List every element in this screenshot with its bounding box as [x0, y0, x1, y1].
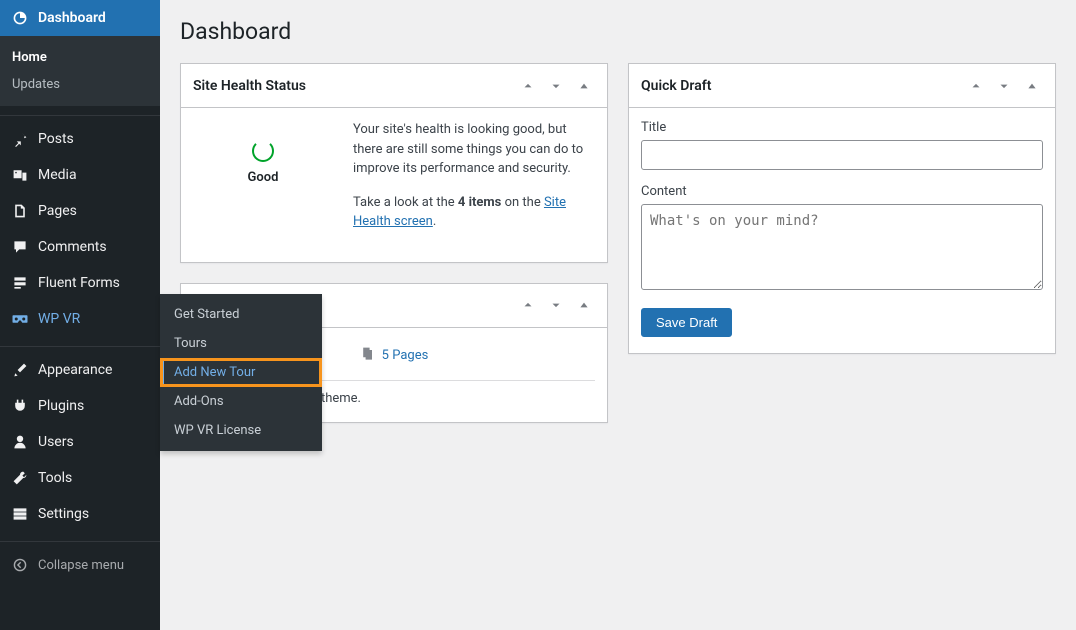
page-title: Dashboard [180, 18, 1056, 45]
sidebar-item-label: Settings [38, 506, 89, 522]
move-down-button[interactable] [993, 75, 1015, 97]
sidebar-item-label: Media [38, 167, 77, 183]
flyout-item-get-started[interactable]: Get Started [160, 300, 322, 329]
sidebar-item-users[interactable]: Users [0, 424, 160, 460]
wpvr-flyout-menu: Get Started Tours Add New Tour Add-Ons W… [160, 294, 322, 451]
sidebar-item-wpvr[interactable]: WP VR [0, 301, 160, 337]
brush-icon [10, 360, 30, 380]
sidebar-item-media[interactable]: Media [0, 157, 160, 193]
page-stack-icon [360, 346, 376, 366]
quick-draft-header: Quick Draft [629, 64, 1055, 108]
sliders-icon [10, 504, 30, 524]
admin-sidebar: Dashboard Home Updates Posts Media Pages… [0, 0, 160, 630]
move-up-button[interactable] [517, 294, 539, 316]
sidebar-item-plugins[interactable]: Plugins [0, 388, 160, 424]
menu-separator [0, 111, 160, 116]
sidebar-item-label: Plugins [38, 398, 84, 414]
quick-draft-content-textarea[interactable] [641, 204, 1043, 290]
health-description: Your site's health is looking good, but … [353, 120, 595, 179]
pin-icon [10, 129, 30, 149]
wrench-icon [10, 468, 30, 488]
health-progress-icon [252, 140, 274, 162]
vr-icon [10, 309, 30, 329]
save-draft-button[interactable]: Save Draft [641, 308, 732, 337]
dashboard-icon [10, 8, 30, 28]
pages-icon [10, 201, 30, 221]
sidebar-item-label: Dashboard [38, 10, 106, 26]
sidebar-item-appearance[interactable]: Appearance [0, 352, 160, 388]
sidebar-item-tools[interactable]: Tools [0, 460, 160, 496]
widget-title: Site Health Status [193, 78, 306, 94]
toggle-panel-button[interactable] [573, 75, 595, 97]
move-down-button[interactable] [545, 294, 567, 316]
sidebar-item-label: Appearance [38, 362, 112, 378]
glance-pages-link[interactable]: 5 Pages [382, 348, 429, 363]
sidebar-item-pages[interactable]: Pages [0, 193, 160, 229]
sidebar-item-comments[interactable]: Comments [0, 229, 160, 265]
sidebar-subitem-updates[interactable]: Updates [0, 71, 160, 98]
health-indicator: Good [193, 120, 333, 185]
toggle-panel-button[interactable] [573, 294, 595, 316]
title-label: Title [641, 120, 1043, 135]
sidebar-item-label: Users [38, 434, 74, 450]
menu-separator [0, 537, 160, 542]
flyout-item-license[interactable]: WP VR License [160, 416, 322, 445]
flyout-item-add-new-tour[interactable]: Add New Tour [160, 358, 322, 387]
flyout-item-addons[interactable]: Add-Ons [160, 387, 322, 416]
sidebar-submenu-dashboard: Home Updates [0, 36, 160, 106]
sidebar-subitem-home[interactable]: Home [0, 44, 160, 71]
toggle-panel-button[interactable] [1021, 75, 1043, 97]
sidebar-item-dashboard[interactable]: Dashboard [0, 0, 160, 36]
content-label: Content [641, 184, 1043, 199]
health-cta: Take a look at the 4 items on the Site H… [353, 193, 595, 232]
sidebar-item-label: Tools [38, 470, 72, 486]
collapse-label: Collapse menu [38, 558, 124, 573]
comments-icon [10, 237, 30, 257]
move-down-button[interactable] [545, 75, 567, 97]
widget-title: Quick Draft [641, 78, 711, 94]
flyout-item-tours[interactable]: Tours [160, 329, 322, 358]
sidebar-item-fluent-forms[interactable]: Fluent Forms [0, 265, 160, 301]
media-icon [10, 165, 30, 185]
user-icon [10, 432, 30, 452]
sidebar-item-label: Comments [38, 239, 107, 255]
sidebar-item-label: Posts [38, 131, 74, 147]
collapse-menu[interactable]: Collapse menu [0, 547, 160, 583]
plug-icon [10, 396, 30, 416]
sidebar-item-label: Pages [38, 203, 77, 219]
site-health-header: Site Health Status [181, 64, 607, 108]
sidebar-item-label: WP VR [38, 311, 80, 327]
menu-separator [0, 342, 160, 347]
collapse-icon [10, 555, 30, 575]
forms-icon [10, 273, 30, 293]
site-health-widget: Site Health Status Good Y [180, 63, 608, 263]
health-status-label: Good [193, 170, 333, 185]
sidebar-item-posts[interactable]: Posts [0, 121, 160, 157]
sidebar-item-settings[interactable]: Settings [0, 496, 160, 532]
sidebar-item-label: Fluent Forms [38, 275, 120, 291]
quick-draft-title-input[interactable] [641, 140, 1043, 170]
move-up-button[interactable] [517, 75, 539, 97]
quick-draft-widget: Quick Draft Title Content [628, 63, 1056, 354]
move-up-button[interactable] [965, 75, 987, 97]
